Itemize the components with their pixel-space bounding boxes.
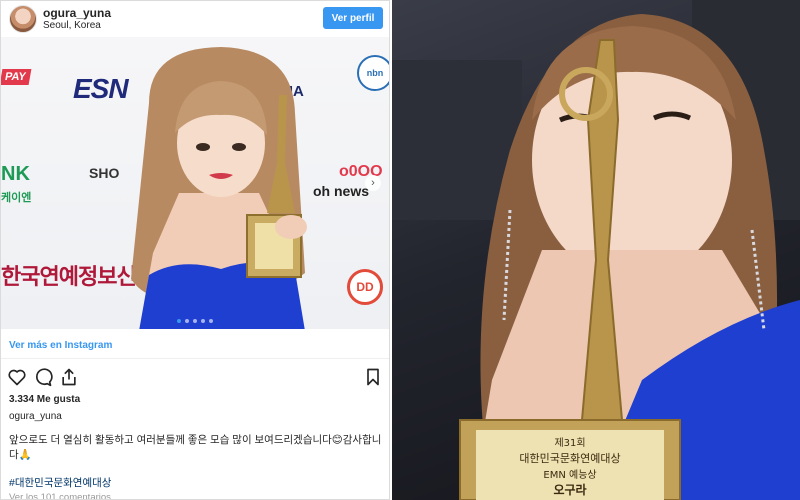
caption-author[interactable]: ogura_yuna: [9, 411, 62, 422]
heart-icon[interactable]: [7, 367, 27, 387]
trophy-selfie-illustration: 제31회 대한민국문화연예대상 EMN 예능상 오구라: [392, 0, 800, 500]
avatar[interactable]: [9, 5, 37, 33]
share-icon[interactable]: [59, 367, 79, 387]
bookmark-icon[interactable]: [363, 367, 383, 387]
sponsor-logo-dd: DD: [347, 269, 383, 305]
woman-with-trophy-figure: [131, 47, 307, 329]
plaque-line3: EMN 예능상: [543, 469, 596, 481]
carousel-dot: [201, 319, 205, 323]
sponsor-logo-nk-sub: 케이엔: [1, 192, 32, 204]
action-bar: [7, 367, 387, 387]
carousel-dot: [193, 319, 197, 323]
carousel-indicator: [177, 319, 213, 323]
carousel-dot: [177, 319, 181, 323]
sponsor-logo-pay: PAY: [1, 69, 32, 85]
chevron-right-icon: ›: [371, 177, 375, 189]
trophy-selfie-photo: 제31회 대한민국문화연예대상 EMN 예능상 오구라: [392, 0, 800, 500]
plaque-line1: 제31회: [554, 437, 585, 449]
carousel-next-button[interactable]: ›: [365, 175, 381, 191]
location-link[interactable]: Seoul, Korea: [43, 20, 111, 32]
divider: [1, 358, 389, 359]
hashtag-link[interactable]: #대한민국문화연예대상: [9, 475, 111, 490]
see-more-on-instagram-link[interactable]: Ver más en Instagram: [9, 340, 112, 351]
sponsor-logo-nk: NK: [1, 163, 30, 185]
carousel-dot: [185, 319, 189, 323]
carousel-dot: [209, 319, 213, 323]
plaque-line4: 오구라: [553, 482, 586, 497]
user-block: ogura_yuna Seoul, Korea: [43, 6, 111, 32]
username-link[interactable]: ogura_yuna: [43, 6, 111, 20]
comment-icon[interactable]: [33, 367, 53, 387]
view-comments-link[interactable]: Ver los 101 comentarios: [9, 492, 111, 499]
likes-count[interactable]: 3.334 Me gusta: [9, 394, 80, 405]
view-profile-button[interactable]: Ver perfil: [323, 7, 383, 29]
post-photo[interactable]: PAY ESN MEGARIA nbn NK 케이엔 SHO o0OO oh n…: [1, 37, 389, 329]
post-header: ogura_yuna Seoul, Korea Ver perfil: [1, 1, 389, 36]
caption-text: 앞으로도 더 열심히 활동하고 여러분들께 좋은 모습 많이 보여드리겠습니다😊…: [9, 434, 382, 461]
sponsor-logo-nbn: nbn: [357, 55, 389, 91]
plaque-line2: 대한민국문화연예대상: [519, 452, 620, 465]
instagram-embed-card: ogura_yuna Seoul, Korea Ver perfil PAY E…: [0, 0, 390, 500]
